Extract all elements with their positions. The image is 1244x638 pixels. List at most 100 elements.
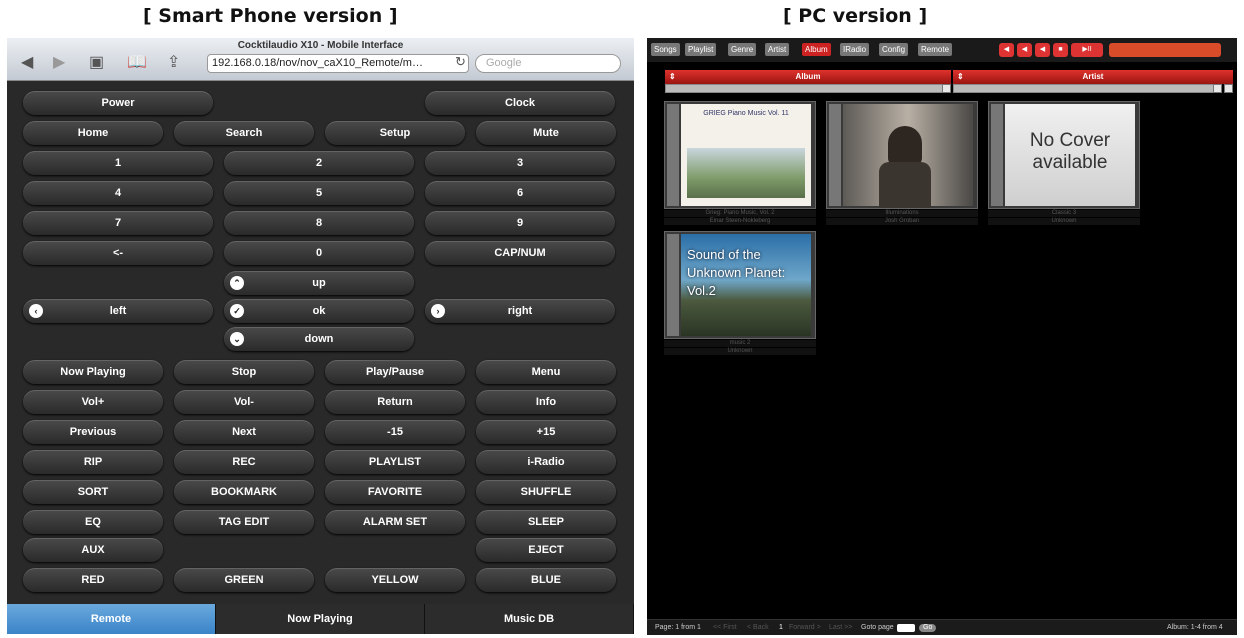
tab-genre[interactable]: Genre xyxy=(728,43,757,56)
rip-button[interactable]: RIP xyxy=(23,450,163,474)
aux-button[interactable]: AUX xyxy=(23,538,163,562)
tab-music-db[interactable]: Music DB xyxy=(425,604,634,634)
menu-button[interactable]: Menu xyxy=(476,360,616,384)
album-cover[interactable]: No Cover available xyxy=(988,101,1140,209)
vol-down-button[interactable]: Vol- xyxy=(174,390,314,414)
album-card[interactable]: Illuminations Josh Groban xyxy=(826,101,978,225)
next-button[interactable]: Next xyxy=(174,420,314,444)
goto-page-input[interactable] xyxy=(897,624,915,632)
favorite-button[interactable]: FAVORITE xyxy=(325,480,465,504)
album-card[interactable]: No Cover available Classic 3 Unknown xyxy=(988,101,1140,225)
search-button[interactable]: Search xyxy=(174,121,314,145)
clock-button[interactable]: Clock xyxy=(425,91,615,115)
digit-6-button[interactable]: 6 xyxy=(425,181,615,205)
rec-button[interactable]: REC xyxy=(174,450,314,474)
artist-column-header[interactable]: ⇕ Artist xyxy=(953,70,1233,84)
return-button[interactable]: Return xyxy=(325,390,465,414)
blue-button[interactable]: BLUE xyxy=(476,568,616,592)
digit-3-button[interactable]: 3 xyxy=(425,151,615,175)
digit-0-button[interactable]: 0 xyxy=(224,241,414,265)
setup-button[interactable]: Setup xyxy=(325,121,465,145)
album-card[interactable]: GRIEG Piano Music Vol. 11 Grieg: Piano M… xyxy=(664,101,816,225)
tab-album[interactable]: Album xyxy=(802,43,831,56)
info-button[interactable]: Info xyxy=(476,390,616,414)
artist-filter-clear[interactable] xyxy=(1224,84,1233,93)
reload-icon[interactable]: ↻ xyxy=(455,54,466,70)
iradio-button[interactable]: i-Radio xyxy=(476,450,616,474)
album-cover[interactable]: Sound of the Unknown Planet: Vol.2 xyxy=(664,231,816,339)
bookmarks-icon[interactable]: 📖 xyxy=(127,55,147,71)
up-button[interactable]: ⌃ up xyxy=(224,271,414,295)
down-button[interactable]: ⌄ down xyxy=(224,327,414,351)
artist-filter[interactable] xyxy=(953,84,1215,93)
rewind-icon[interactable]: ◀ xyxy=(1035,43,1050,57)
ok-button[interactable]: ✓ ok xyxy=(224,299,414,323)
digit-2-button[interactable]: 2 xyxy=(224,151,414,175)
power-button[interactable]: Power xyxy=(23,91,213,115)
playlist-button[interactable]: PLAYLIST xyxy=(325,450,465,474)
digit-4-button[interactable]: 4 xyxy=(23,181,213,205)
now-playing-button[interactable]: Now Playing xyxy=(23,360,163,384)
plus15-button[interactable]: +15 xyxy=(476,420,616,444)
mute-button[interactable]: Mute xyxy=(476,121,616,145)
tabs-icon[interactable]: ▣ xyxy=(89,55,104,71)
forward-page-link[interactable]: Forward > xyxy=(789,620,821,635)
tab-playlist[interactable]: Playlist xyxy=(685,43,717,56)
minus15-button[interactable]: -15 xyxy=(325,420,465,444)
bookmark-button[interactable]: BOOKMARK xyxy=(174,480,314,504)
back-page-link[interactable]: < Back xyxy=(747,620,769,635)
tab-now-playing[interactable]: Now Playing xyxy=(216,604,425,634)
previous-button[interactable]: Previous xyxy=(23,420,163,444)
share-icon[interactable]: ⇪ xyxy=(167,55,180,71)
digit-5-button[interactable]: 5 xyxy=(224,181,414,205)
home-button[interactable]: Home xyxy=(23,121,163,145)
play-pause-button[interactable]: Play/Pause xyxy=(325,360,465,384)
album-cover[interactable]: GRIEG Piano Music Vol. 11 xyxy=(664,101,816,209)
stop-button[interactable]: Stop xyxy=(174,360,314,384)
browser-search-field[interactable]: Google xyxy=(475,54,621,73)
digit-8-button[interactable]: 8 xyxy=(224,211,414,235)
tab-artist[interactable]: Artist xyxy=(765,43,790,56)
stop-icon[interactable]: ■ xyxy=(1053,43,1068,57)
alarm-set-button[interactable]: ALARM SET xyxy=(325,510,465,534)
tab-remote-pc[interactable]: Remote xyxy=(918,43,953,56)
tag-edit-button[interactable]: TAG EDIT xyxy=(174,510,314,534)
tab-iradio[interactable]: IRadio xyxy=(840,43,870,56)
album-column-header[interactable]: ⇕ Album xyxy=(665,70,951,84)
tab-remote[interactable]: Remote xyxy=(7,604,216,634)
left-button[interactable]: ‹ left xyxy=(23,299,213,323)
artist-filter-dropdown[interactable] xyxy=(1213,84,1222,93)
digit-9-button[interactable]: 9 xyxy=(425,211,615,235)
play-pause-icon[interactable]: ▶II xyxy=(1071,43,1103,57)
volume-slider[interactable] xyxy=(1109,43,1221,57)
tab-config[interactable]: Config xyxy=(879,43,909,56)
album-card[interactable]: Sound of the Unknown Planet: Vol.2 music… xyxy=(664,231,816,355)
current-page[interactable]: 1 xyxy=(779,620,783,635)
last-page-link[interactable]: Last >> xyxy=(829,620,852,635)
sleep-button[interactable]: SLEEP xyxy=(476,510,616,534)
eq-button[interactable]: EQ xyxy=(23,510,163,534)
red-button[interactable]: RED xyxy=(23,568,163,592)
capnum-button[interactable]: CAP/NUM xyxy=(425,241,615,265)
yellow-button[interactable]: YELLOW xyxy=(325,568,465,592)
digit-1-button[interactable]: 1 xyxy=(23,151,213,175)
go-button[interactable]: Go xyxy=(919,624,937,632)
album-cover[interactable] xyxy=(826,101,978,209)
shuffle-button[interactable]: SHUFFLE xyxy=(476,480,616,504)
first-page-link[interactable]: << First xyxy=(713,620,737,635)
backspace-button[interactable]: <- xyxy=(23,241,213,265)
green-button[interactable]: GREEN xyxy=(174,568,314,592)
forward-arrow-icon[interactable]: ▶ xyxy=(53,55,65,71)
right-button[interactable]: › right xyxy=(425,299,615,323)
tab-songs[interactable]: Songs xyxy=(651,43,680,56)
vol-down-icon[interactable]: ◀ xyxy=(999,43,1014,57)
album-filter[interactable] xyxy=(665,84,943,93)
album-filter-dropdown[interactable] xyxy=(942,84,951,93)
back-arrow-icon[interactable]: ◀ xyxy=(21,55,33,71)
eject-button[interactable]: EJECT xyxy=(476,538,616,562)
url-field[interactable]: 192.168.0.18/nov/nov_caX10_Remote/m… xyxy=(207,54,469,73)
previous-icon[interactable]: ◀ xyxy=(1017,43,1032,57)
vol-up-button[interactable]: Vol+ xyxy=(23,390,163,414)
digit-7-button[interactable]: 7 xyxy=(23,211,213,235)
sort-button[interactable]: SORT xyxy=(23,480,163,504)
